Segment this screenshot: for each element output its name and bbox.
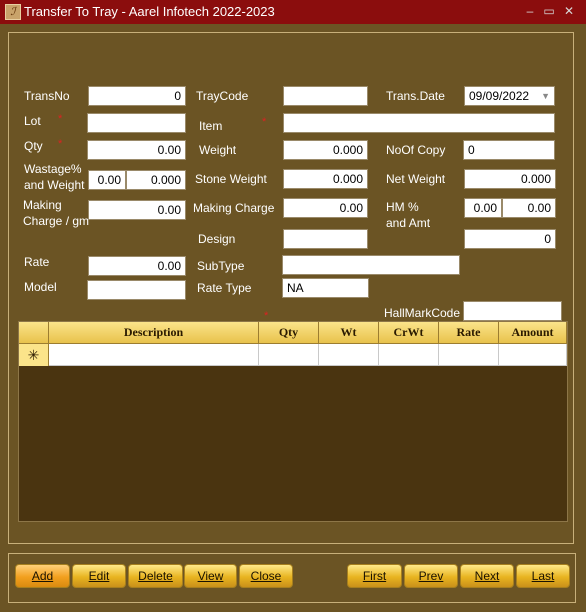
column-header-qty[interactable]: Qty <box>259 322 319 344</box>
design-input[interactable] <box>283 229 368 249</box>
next-button[interactable]: Next <box>460 564 514 588</box>
makingcharge-gm-input[interactable]: 0.00 <box>88 200 186 220</box>
wastage-label-line1: Wastage% <box>24 162 82 176</box>
transno-input[interactable]: 0 <box>88 86 186 106</box>
traycode-input[interactable] <box>283 86 368 106</box>
add-button[interactable]: Add <box>15 564 70 588</box>
lot-required-mark: * <box>58 113 63 125</box>
weight-label: Weight <box>199 143 237 157</box>
netweight-input[interactable]: 0.000 <box>464 169 556 189</box>
ratetype-label: Rate Type <box>197 281 252 295</box>
new-row-marker-icon[interactable]: ✳ <box>19 344 49 366</box>
wastage-label-line2: and Weight <box>24 178 85 192</box>
makingcharge-label: Making Charge <box>193 201 275 215</box>
qty-label: Qty <box>24 139 43 153</box>
makingcharge-input[interactable]: 0.00 <box>283 198 368 218</box>
grid-corner-header <box>19 322 49 344</box>
column-header-crwt[interactable]: CrWt <box>379 322 439 344</box>
qty-required-mark: * <box>58 138 63 150</box>
weight-input[interactable]: 0.000 <box>283 140 368 160</box>
makingcharge-gm-label-line1: Making <box>23 198 62 212</box>
transdate-picker[interactable]: 09/09/2022 ▼ <box>464 86 555 106</box>
delete-button[interactable]: Delete <box>128 564 183 588</box>
design-amount-input[interactable]: 0 <box>464 229 556 249</box>
items-grid[interactable]: Description Qty Wt CrWt Rate Amount ✳ <box>18 321 568 522</box>
lot-input[interactable] <box>87 113 186 133</box>
rate-input[interactable]: 0.00 <box>88 256 186 276</box>
transdate-value: 09/09/2022 <box>469 89 530 103</box>
hallmarkcode-label: HallMarkCode <box>384 306 461 320</box>
hm-amount-input[interactable]: 0.00 <box>502 198 556 218</box>
close-icon[interactable]: ✕ <box>561 3 577 19</box>
subtype-label: SubType <box>197 259 245 273</box>
ratetype-input[interactable]: NA <box>282 278 369 298</box>
grid-required-mark: * <box>264 310 269 322</box>
title-bar: ℐ Transfer To Tray - Aarel Infotech 2022… <box>0 0 586 24</box>
transno-label: TransNo <box>24 89 70 103</box>
column-header-description[interactable]: Description <box>49 322 259 344</box>
noofcopy-label: NoOf Copy <box>386 143 446 157</box>
minimize-icon[interactable]: ‒ <box>522 3 538 19</box>
design-label: Design <box>198 232 236 246</box>
app-icon: ℐ <box>5 4 21 20</box>
noofcopy-input[interactable]: 0 <box>463 140 555 160</box>
hallmarkcode-input[interactable] <box>463 301 562 321</box>
makingcharge-gm-label-line2: Charge / gm <box>23 214 90 228</box>
stoneweight-input[interactable]: 0.000 <box>283 169 368 189</box>
grid-cell-amount[interactable] <box>499 344 567 366</box>
transdate-label: Trans.Date <box>386 89 445 103</box>
item-required-mark: * <box>262 116 267 128</box>
item-input[interactable] <box>283 113 555 133</box>
grid-cell-rate[interactable] <box>439 344 499 366</box>
netweight-label: Net Weight <box>386 172 446 186</box>
wastage-percent-input[interactable]: 0.00 <box>88 170 126 190</box>
chevron-down-icon[interactable]: ▼ <box>541 87 550 105</box>
view-button[interactable]: View <box>184 564 237 588</box>
prev-button[interactable]: Prev <box>404 564 458 588</box>
stoneweight-label: Stone Weight <box>195 172 267 186</box>
model-input[interactable] <box>87 280 186 300</box>
wastage-weight-input[interactable]: 0.000 <box>126 170 186 190</box>
edit-button[interactable]: Edit <box>72 564 126 588</box>
maximize-icon[interactable]: ▭ <box>541 3 557 19</box>
last-button[interactable]: Last <box>516 564 570 588</box>
first-button[interactable]: First <box>347 564 402 588</box>
item-label: Item <box>199 119 223 133</box>
close-button[interactable]: Close <box>239 564 293 588</box>
grid-cell-crwt[interactable] <box>379 344 439 366</box>
hm-label-line2: and Amt <box>386 216 431 230</box>
grid-cell-wt[interactable] <box>319 344 379 366</box>
traycode-label: TrayCode <box>196 89 249 103</box>
rate-label: Rate <box>24 255 50 269</box>
column-header-wt[interactable]: Wt <box>319 322 379 344</box>
model-label: Model <box>24 280 57 294</box>
window-title: Transfer To Tray - Aarel Infotech 2022-2… <box>24 4 275 19</box>
lot-label: Lot <box>24 114 41 128</box>
qty-input[interactable]: 0.00 <box>87 140 186 160</box>
grid-cell-description[interactable] <box>49 344 259 366</box>
subtype-input[interactable] <box>282 255 460 275</box>
column-header-rate[interactable]: Rate <box>439 322 499 344</box>
hm-percent-input[interactable]: 0.00 <box>464 198 502 218</box>
hm-label-line1: HM % <box>386 200 419 214</box>
column-header-amount[interactable]: Amount <box>499 322 567 344</box>
grid-cell-qty[interactable] <box>259 344 319 366</box>
